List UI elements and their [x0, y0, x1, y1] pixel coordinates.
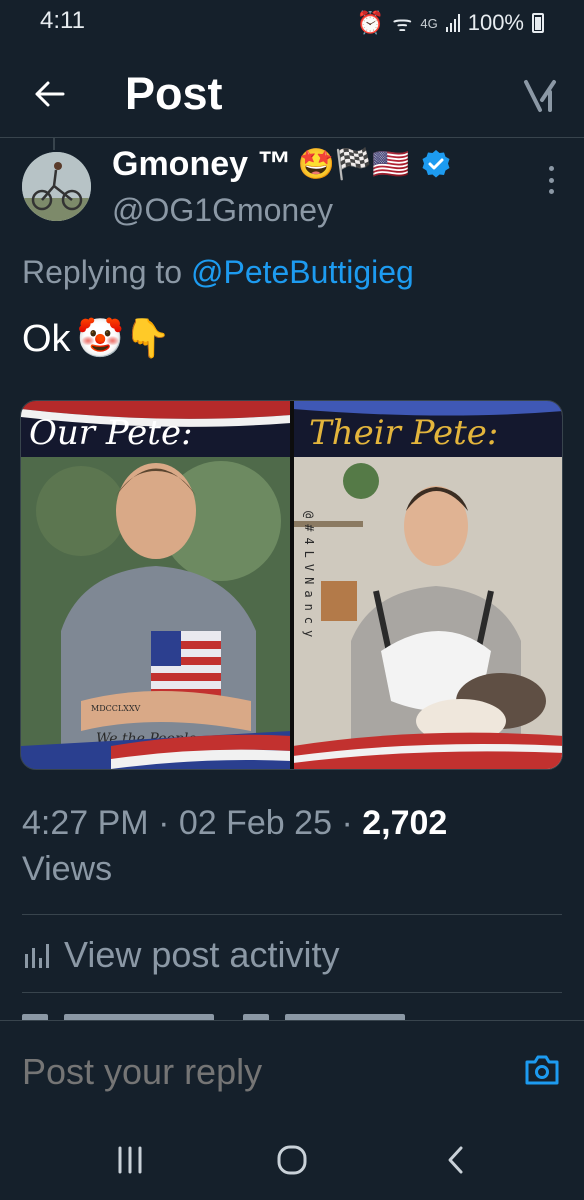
nav-back-icon[interactable] — [436, 1142, 476, 1178]
camera-icon[interactable] — [524, 1053, 560, 1087]
views-label: Views — [22, 850, 113, 888]
left-caption: Our Pete: — [29, 413, 193, 453]
name-emojis: 🤩🏁🇺🇸 — [297, 147, 410, 181]
post-meta: 4:27 PM · 02 Feb 25 · 2,702 Views — [22, 800, 562, 892]
tattoo-upper-text: MDCCLXXV — [91, 704, 141, 713]
divider — [22, 992, 562, 993]
system-nav-bar — [0, 1120, 584, 1200]
post-time: 4:27 PM — [22, 804, 149, 842]
image-watermark: @#4LVNancy — [302, 511, 316, 643]
reply-bar — [0, 1020, 584, 1120]
views-count: 2,702 — [362, 804, 448, 842]
thread-line — [53, 138, 55, 150]
status-bar: 4:11 ⏰ ᯤ 4G 100% — [0, 0, 584, 42]
author-row[interactable]: Gmoney ™ 🤩🏁🇺🇸 — [112, 142, 452, 186]
status-time: 4:11 — [40, 7, 85, 34]
post-emojis: 🤡👇 — [76, 318, 172, 360]
bar-chart-icon — [25, 944, 49, 968]
activity-label: View post activity — [64, 934, 340, 975]
meta-separator: · — [158, 804, 179, 842]
post-date: 02 Feb 25 — [178, 804, 332, 842]
post-text: Ok 🤡👇 — [22, 317, 171, 361]
avatar[interactable] — [22, 152, 91, 221]
display-name[interactable]: Gmoney ™ — [112, 145, 291, 184]
right-caption: Their Pete: — [309, 413, 498, 453]
meta-separator: · — [341, 804, 363, 842]
battery-icon — [532, 13, 544, 33]
post-image[interactable]: MDCCLXXV We the People Our Pete: Their P… — [20, 400, 563, 770]
battery-percent: 100% — [467, 10, 524, 35]
home-icon[interactable] — [272, 1142, 312, 1178]
replying-to: Replying to @PeteButtigieg — [22, 254, 414, 291]
author-handle[interactable]: @OG1Gmoney — [112, 192, 333, 229]
replying-prefix: Replying to — [22, 254, 183, 290]
grok-icon[interactable] — [520, 76, 560, 116]
verified-badge-icon — [422, 150, 450, 178]
signal-icon — [445, 14, 460, 32]
status-icons: ⏰ ᯤ 4G 100% — [357, 8, 544, 38]
divider — [22, 914, 562, 915]
page-title: Post — [125, 68, 223, 119]
reply-input[interactable] — [22, 1051, 462, 1093]
wifi-calling-icon: ᯤ — [392, 11, 413, 36]
post-header: Post — [0, 50, 584, 138]
recents-icon[interactable] — [110, 1142, 150, 1178]
alarm-icon: ⏰ — [356, 10, 385, 35]
arrow-left-icon[interactable] — [30, 74, 70, 114]
reply-mention-link[interactable]: @PeteButtigieg — [191, 254, 414, 290]
post-text-body: Ok — [22, 317, 71, 360]
view-activity-button[interactable]: View post activity — [22, 930, 339, 980]
network-type: 4G — [420, 15, 438, 31]
more-vertical-icon[interactable] — [546, 166, 556, 194]
